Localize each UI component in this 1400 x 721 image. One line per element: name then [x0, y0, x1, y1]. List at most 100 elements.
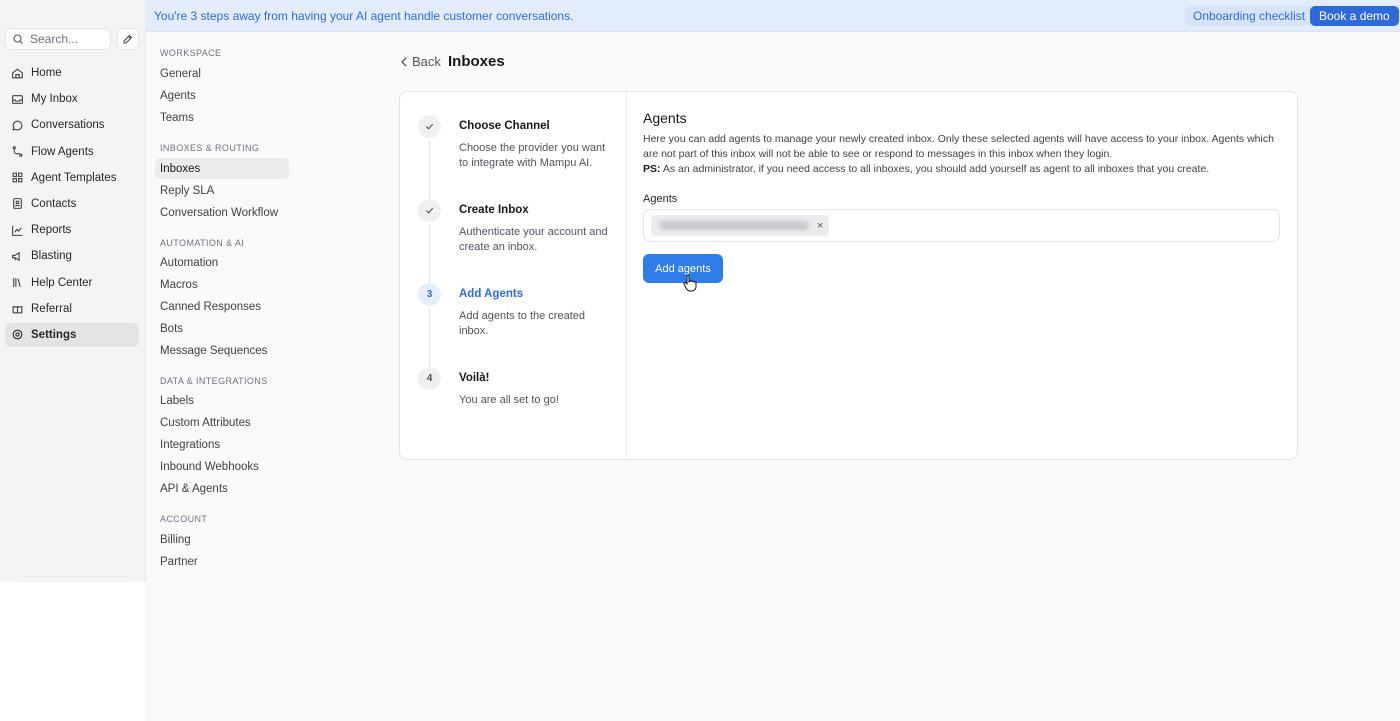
check-icon	[425, 207, 434, 214]
nav-item-label: Reports	[31, 224, 72, 237]
settings-item-inbound-webhooks[interactable]: Inbound Webhooks	[155, 456, 289, 477]
gift-icon	[12, 306, 23, 314]
panel-title: Agents	[643, 110, 687, 126]
panel-intro-text: Here you can add agents to manage your n…	[643, 133, 1274, 160]
step-2-title: Create Inbox	[459, 204, 529, 216]
card-divider	[626, 92, 627, 459]
nav-item-help-center[interactable]: Help Center	[5, 271, 139, 295]
nav-item-label: Help Center	[31, 276, 93, 289]
library-icon	[13, 278, 21, 287]
step-2-description: Authenticate your account and create an …	[459, 226, 608, 253]
onboarding-checklist-button[interactable]: Onboarding checklist	[1185, 6, 1314, 26]
nav-item-referral[interactable]: Referral	[5, 297, 139, 321]
settings-item-integrations[interactable]: Integrations	[155, 434, 289, 455]
section-account: ACCOUNT	[160, 514, 208, 524]
nav-item-reports[interactable]: Reports	[5, 218, 139, 242]
nav-item-agent-templates[interactable]: Agent Templates	[5, 166, 139, 190]
section-automation-ai: AUTOMATION & AI	[160, 238, 245, 248]
agent-chip: ×	[651, 215, 829, 236]
inbox-setup-card: Choose Channel Choose the provider you w…	[399, 91, 1298, 460]
contacts-icon	[13, 198, 22, 210]
step-connector	[429, 308, 430, 370]
step-3-description: Add agents to the created inbox.	[459, 310, 585, 337]
nav-item-label: Flow Agents	[31, 145, 94, 158]
section-data-integrations: DATA & INTEGRATIONS	[160, 376, 268, 386]
check-icon	[425, 123, 434, 130]
banner-message: You're 3 steps away from having your AI …	[154, 8, 574, 23]
step-1-title: Choose Channel	[459, 120, 550, 132]
left-nav: Search... Home My Inbox Conversations Fl…	[0, 0, 146, 582]
settings-item-automation[interactable]: Automation	[155, 252, 289, 273]
ps-text: As an administrator, if you need access …	[662, 163, 1210, 175]
nav-item-my-inbox[interactable]: My Inbox	[5, 87, 139, 111]
nav-item-settings[interactable]: Settings	[5, 322, 139, 347]
home-icon	[12, 67, 23, 78]
step-4-title: Voilà!	[459, 372, 490, 384]
nav-item-label: Agent Templates	[31, 171, 117, 184]
settings-item-bots[interactable]: Bots	[155, 318, 289, 339]
step-3-title: Add Agents	[459, 288, 524, 300]
section-workspace: WORKSPACE	[160, 48, 222, 58]
nav-item-conversations[interactable]: Conversations	[5, 113, 139, 137]
settings-item-custom-attributes[interactable]: Custom Attributes	[155, 412, 289, 433]
nav-item-label: Referral	[31, 302, 72, 315]
nav-footer-divider	[20, 576, 128, 586]
pencil-icon	[123, 34, 133, 44]
inbox-icon	[12, 94, 23, 104]
nav-item-label: Blasting	[31, 250, 72, 263]
grid-icon	[12, 172, 23, 183]
nav-item-label: Home	[31, 67, 62, 79]
settings-item-agents[interactable]: Agents	[155, 85, 289, 106]
hand-cursor-icon	[683, 274, 697, 292]
nav-item-label: Conversations	[31, 119, 105, 132]
step-2-done-indicator	[418, 199, 441, 222]
step-connector	[429, 140, 430, 202]
nav-item-label: My Inbox	[31, 93, 78, 106]
page-title: Inboxes	[448, 53, 505, 70]
nav-item-label: Settings	[31, 328, 77, 341]
chat-icon	[12, 120, 23, 131]
remove-agent-icon[interactable]: ×	[817, 220, 823, 232]
search-icon	[13, 34, 23, 44]
gear-icon	[12, 330, 23, 340]
settings-item-inboxes[interactable]: Inboxes	[155, 158, 289, 179]
step-1-done-indicator	[418, 115, 441, 138]
settings-item-teams[interactable]: Teams	[155, 107, 289, 128]
step-4-number: 4	[418, 367, 441, 390]
nav-item-label: Contacts	[31, 197, 77, 210]
book-demo-button[interactable]: Book a demo	[1310, 6, 1399, 26]
chart-icon	[12, 225, 23, 236]
search-input[interactable]: Search...	[5, 28, 111, 50]
nav-item-blasting[interactable]: Blasting	[5, 244, 139, 268]
nav-item-contacts[interactable]: Contacts	[5, 192, 139, 216]
nav-item-home[interactable]: Home	[5, 61, 139, 85]
settings-item-partner[interactable]: Partner	[155, 551, 289, 572]
step-4-description: You are all set to go!	[459, 394, 559, 406]
settings-item-macros[interactable]: Macros	[155, 274, 289, 295]
step-1-description: Choose the provider you want to integrat…	[459, 142, 606, 169]
agent-chip-name-redacted	[659, 221, 809, 230]
settings-item-message-sequences[interactable]: Message Sequences	[155, 340, 289, 361]
chevron-left-icon	[401, 56, 407, 67]
section-inboxes-routing: INBOXES & ROUTING	[160, 143, 260, 153]
megaphone-icon	[12, 251, 20, 262]
settings-item-canned-responses[interactable]: Canned Responses	[155, 296, 289, 317]
back-link[interactable]: Back	[400, 54, 441, 69]
nav-item-flow-agents[interactable]: Flow Agents	[5, 140, 139, 164]
search-row: Search...	[5, 28, 139, 50]
agents-multiselect[interactable]: ×	[643, 209, 1280, 242]
step-3-number: 3	[418, 283, 441, 306]
panel-description: Here you can add agents to manage your n…	[643, 132, 1283, 177]
settings-item-labels[interactable]: Labels	[155, 390, 289, 411]
ps-label: PS:	[643, 163, 661, 175]
settings-item-billing[interactable]: Billing	[155, 529, 289, 550]
settings-item-reply-sla[interactable]: Reply SLA	[155, 180, 289, 201]
settings-item-conversation-workflow[interactable]: Conversation Workflow	[155, 202, 289, 223]
compose-button[interactable]	[117, 28, 139, 50]
flow-icon	[12, 146, 23, 157]
nav-list: Home My Inbox Conversations Flow Agents …	[5, 61, 139, 349]
step-connector	[429, 224, 430, 286]
settings-item-general[interactable]: General	[155, 63, 289, 84]
back-label: Back	[412, 54, 441, 69]
settings-item-api-agents[interactable]: API & Agents	[155, 478, 289, 499]
